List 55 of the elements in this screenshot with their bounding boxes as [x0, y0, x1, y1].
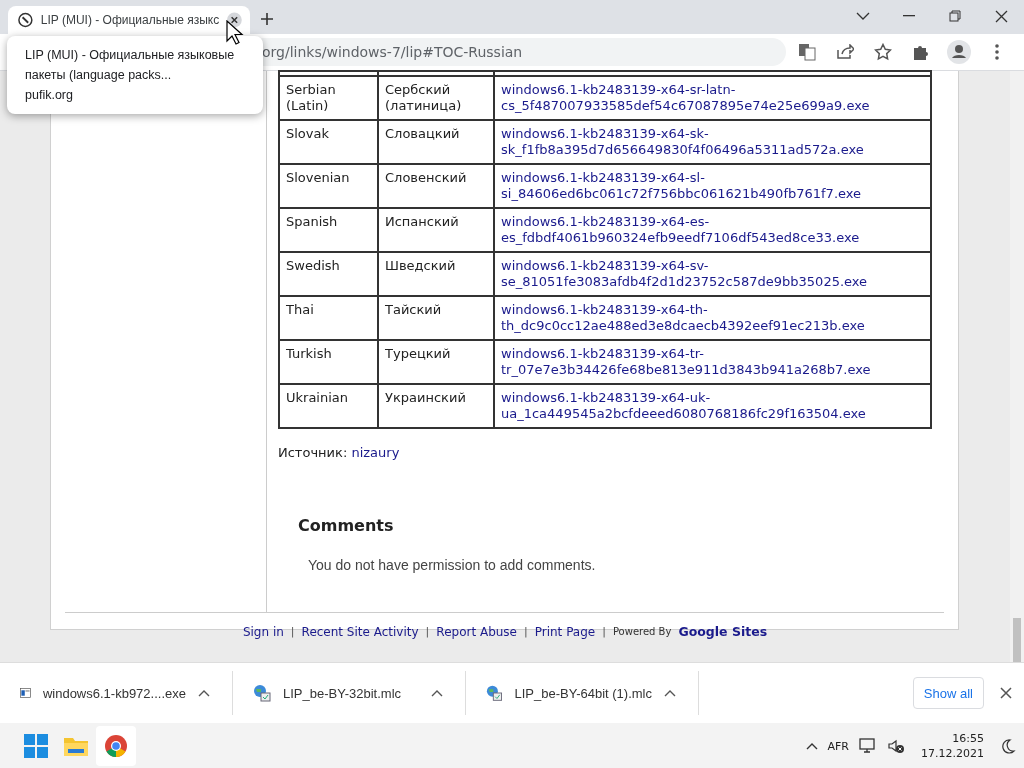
- caret-icon[interactable]: [431, 689, 443, 697]
- language-cell: Украинский: [378, 384, 494, 428]
- globe-file-icon: [253, 684, 271, 702]
- comments-heading: Comments: [298, 516, 395, 535]
- language-cell: Испанский: [378, 208, 494, 252]
- language-indicator[interactable]: AFR: [827, 739, 849, 753]
- language-cell: Swedish: [279, 252, 378, 296]
- footer-link[interactable]: Recent Site Activity: [301, 624, 419, 639]
- new-tab-button[interactable]: [258, 10, 276, 28]
- download-item[interactable]: windows6.1-kb972....exe: [0, 671, 233, 715]
- caret-icon[interactable]: [198, 689, 210, 697]
- powered-by-label: Powered By: [612, 626, 672, 637]
- separator: |: [425, 625, 430, 638]
- separator: |: [524, 625, 528, 638]
- chevron-down-icon[interactable]: [856, 12, 870, 20]
- close-icon[interactable]: [994, 9, 1008, 23]
- caret-icon[interactable]: [805, 742, 818, 750]
- footer-link[interactable]: Print Page: [534, 624, 596, 639]
- comments-note: You do not have permission to add comments.: [308, 557, 597, 573]
- caret-icon[interactable]: [664, 689, 676, 697]
- language-cell: Slovak: [279, 120, 378, 164]
- tooltip-site: pufik.org: [25, 87, 74, 104]
- language-cell: Турецкий: [378, 340, 494, 384]
- clock[interactable]: 16:55 17.12.2021: [915, 730, 990, 762]
- source-link[interactable]: nizaury: [351, 445, 400, 460]
- language-cell: Slovenian: [279, 164, 378, 208]
- browser-icon[interactable]: [96, 726, 136, 766]
- browser-tab[interactable]: LIP (MUI) - Официальные языкс: [8, 6, 250, 34]
- download-item[interactable]: LIP_be-BY-64bit (1).mlc: [466, 671, 699, 715]
- language-cell: Тайский: [378, 296, 494, 340]
- language-cell: Spanish: [279, 208, 378, 252]
- language-cell: Turkish: [279, 340, 378, 384]
- language-cell: Ukrainian: [279, 384, 378, 428]
- download-item[interactable]: LIP_be-BY-32bit.mlc: [233, 671, 466, 715]
- separator: |: [290, 625, 295, 638]
- language-cell: Thai: [279, 296, 378, 340]
- monitor-icon[interactable]: [859, 738, 877, 754]
- scrollbar[interactable]: [1010, 71, 1024, 662]
- speaker-muted-icon[interactable]: [887, 738, 905, 754]
- language-cell: Словенский: [378, 164, 494, 208]
- source-label: Источник:: [278, 445, 348, 460]
- language-cell: Словацкий: [378, 120, 494, 164]
- sites-link[interactable]: Google Sites: [678, 624, 768, 639]
- language-cell: Serbian (Latin): [279, 76, 378, 120]
- language-cell: Сербский (латиница): [378, 76, 494, 120]
- show-all-button[interactable]: Show all: [912, 677, 984, 709]
- moon-icon[interactable]: [1000, 738, 1016, 754]
- minimize-icon[interactable]: [903, 15, 915, 17]
- restore-icon[interactable]: [949, 10, 961, 22]
- window-file-icon: [20, 686, 31, 700]
- footer-link[interactable]: Sign in: [242, 624, 284, 639]
- globe-file-icon: [486, 684, 503, 702]
- footer-link[interactable]: Report Abuse: [436, 624, 517, 639]
- language-cell: Шведский: [378, 252, 494, 296]
- separator: |: [602, 625, 606, 638]
